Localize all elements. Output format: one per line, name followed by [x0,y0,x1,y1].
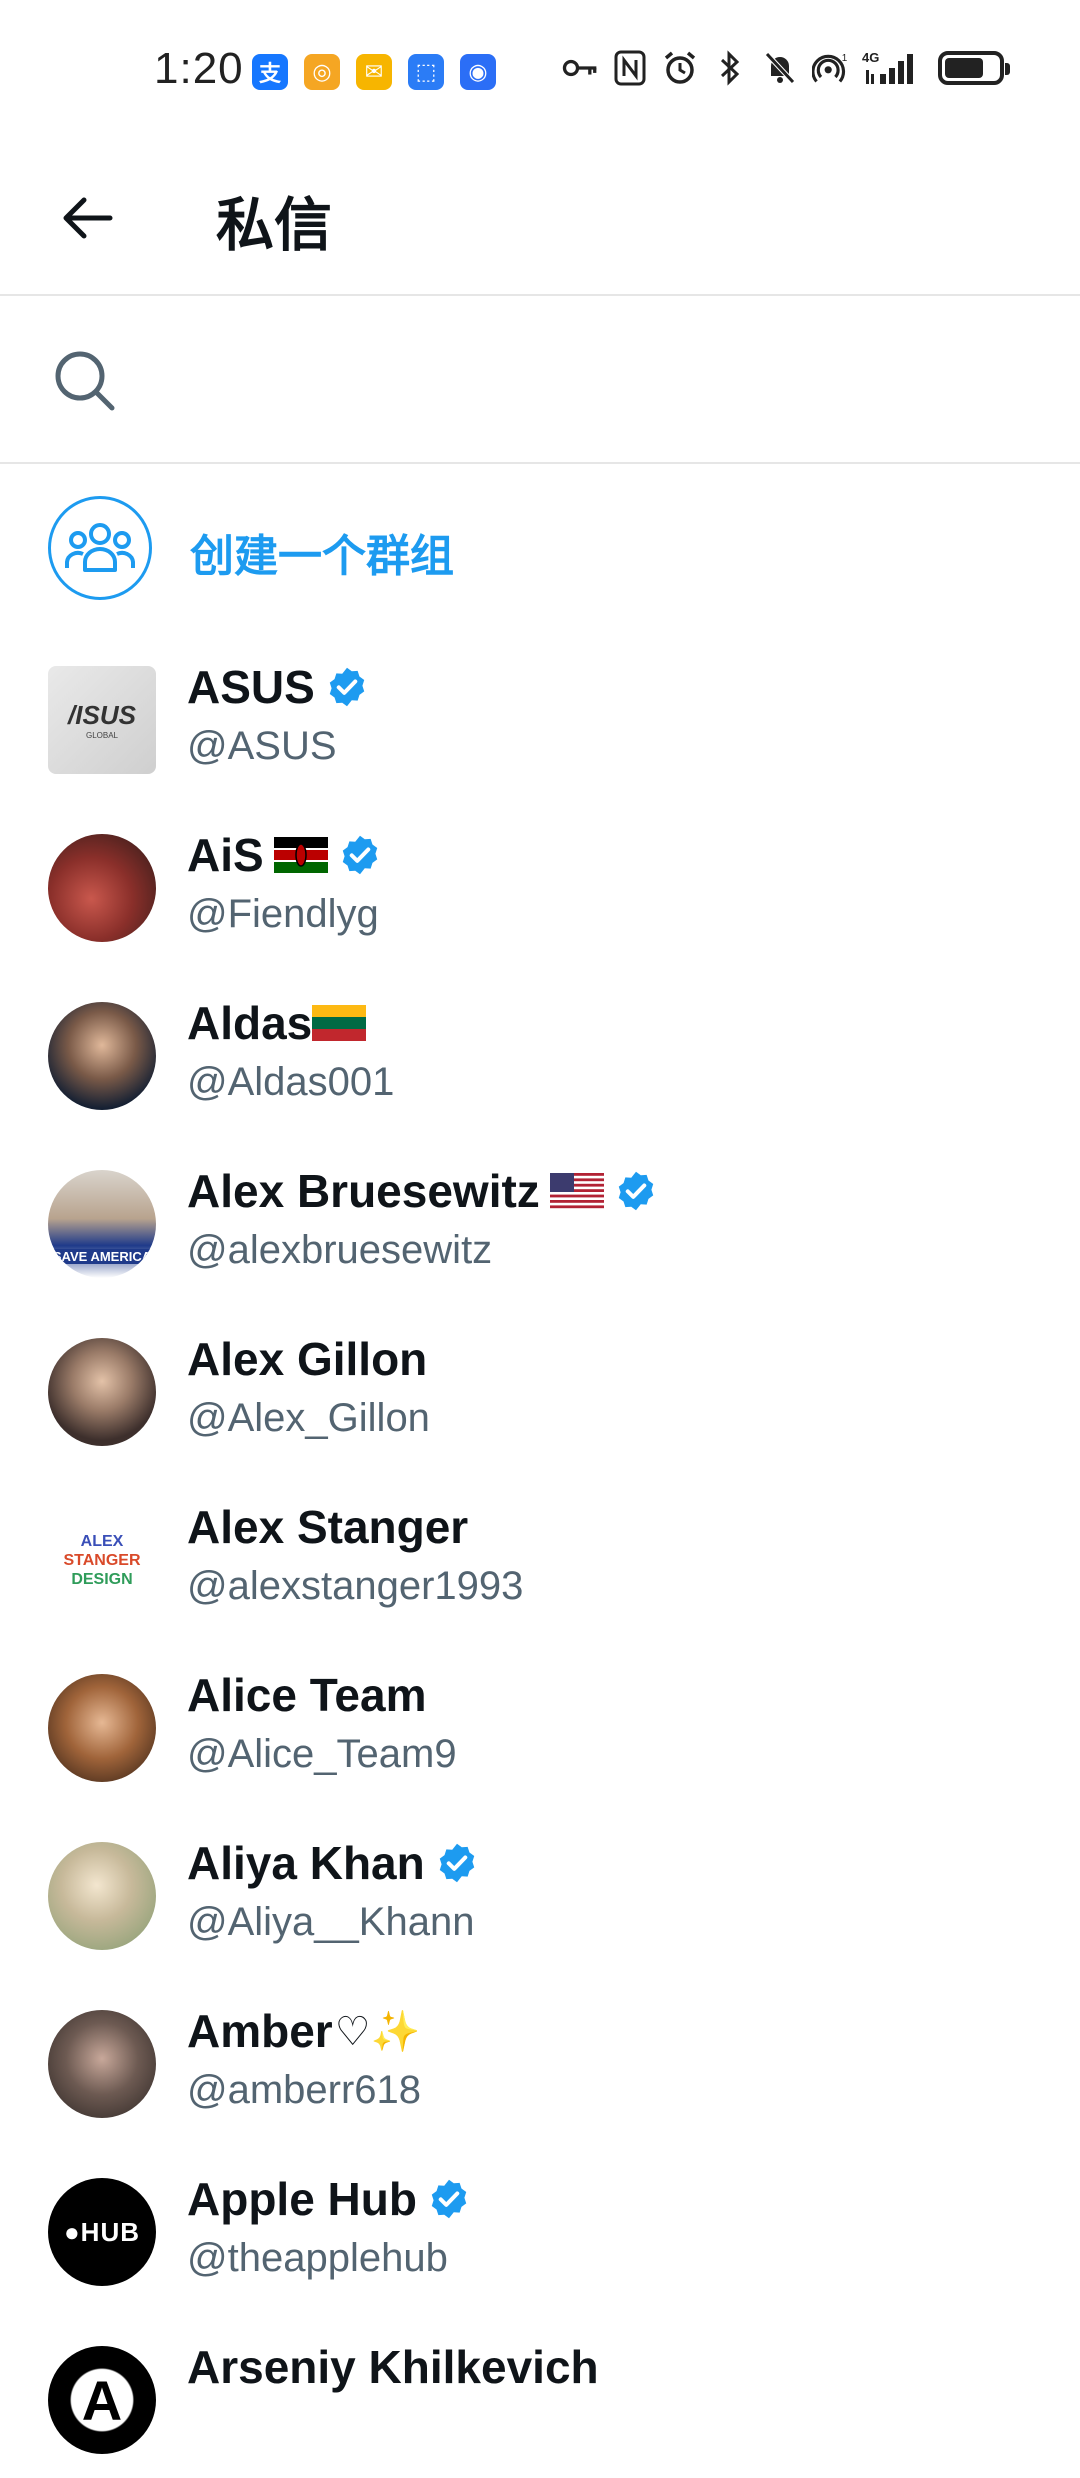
contact-name-line: AiS [187,828,382,882]
top-app-bar: 私信 [0,140,1080,296]
avatar[interactable] [48,834,156,942]
contact-handle: @Alice_Team9 [187,1732,457,1776]
verified-badge-icon [435,1841,479,1885]
lithuania-flag-icon [312,1005,367,1041]
contact-handle: @Aldas001 [187,1060,395,1104]
avatar[interactable] [48,1338,156,1446]
contact-row[interactable]: SAVE AMERICA Alex Bruesewitz @alexbruesewi… [0,1134,1080,1302]
bluetooth-icon [712,48,748,88]
back-button[interactable] [56,188,116,248]
verified-badge-icon [427,2177,471,2221]
svg-text:1: 1 [842,53,848,64]
avatar[interactable]: /ISUS GLOBAL [48,666,156,774]
search-bar[interactable] [0,296,1080,464]
contact-row[interactable]: Aliya Khan @Aliya__Khann [0,1806,1080,1974]
contact-handle: @alexbruesewitz [187,1228,493,1272]
contact-name-line: Amber ♡✨ [187,2004,420,2058]
bag-app-icon: ⬚ [408,54,444,90]
create-group-label: 创建一个群组 [190,532,454,581]
search-icon [55,351,115,411]
contact-name: Alex Bruesewitz [187,1165,540,1217]
contact-name-line: Alex Bruesewitz [187,1164,658,1218]
page-title: 私信 [216,193,333,258]
contact-row[interactable]: Aldas @Aldas001 [0,966,1080,1134]
contact-row[interactable]: Amber ♡✨ @amberr618 [0,1974,1080,2142]
contact-name: Amber [187,2005,333,2057]
group-icon [65,523,135,572]
contact-row[interactable]: AiS @Fiendlyg [0,798,1080,966]
contact-name: Arseniy Khilkevich [187,2341,599,2393]
create-group-button[interactable]: 创建一个群组 [0,470,1080,630]
avatar[interactable]: SAVE AMERICA [48,1170,156,1278]
contact-name-line: Aliya Khan [187,1836,479,1890]
mute-bell-icon [762,48,798,88]
contact-name-line: Alice Team [187,1668,426,1722]
contact-name-line: Apple Hub [187,2172,471,2226]
group-icon-circle [48,496,152,600]
contact-handle: @ASUS [187,724,337,768]
avatar[interactable] [48,1674,156,1782]
contact-name-line: Alex Stanger [187,1500,468,1554]
cellular-signal-icon: 4G [862,48,918,88]
avatar[interactable] [48,1002,156,1110]
avatar[interactable]: A [48,2346,156,2454]
contact-handle: @theapplehub [187,2236,448,2280]
contact-name: ASUS [187,661,315,713]
status-system-icons: 1 4G [562,48,1010,88]
status-time: 1:20 [154,44,244,93]
contact-name: Aliya Khan [187,1837,425,1889]
alipay-icon: 支 [252,54,288,90]
alarm-icon [662,48,698,88]
shield-app-icon: ◉ [460,54,496,90]
avatar[interactable]: ●HUB [48,2178,156,2286]
contact-name: Alice Team [187,1669,427,1721]
contact-name-line: Arseniy Khilkevich [187,2340,599,2394]
hotspot-icon: 1 [812,48,848,88]
avatar[interactable] [48,1842,156,1950]
contact-list: /ISUS GLOBAL ASUS @ASUS AiS @Fiendlyg Aldas @Al… [0,630,1080,2478]
mail-icon: ✉ [356,54,392,90]
verified-badge-icon [338,833,382,877]
contact-row[interactable]: Alex Gillon @Alex_Gillon [0,1302,1080,1470]
contact-handle: @Fiendlyg [187,892,379,936]
battery-icon [938,51,1010,85]
contact-row[interactable]: ALEX STANGER DESIGN Alex Stanger @alexstange… [0,1470,1080,1638]
contact-name: AiS [187,829,264,881]
app-orange-icon: ◎ [304,54,340,90]
contact-name: Aldas [187,997,313,1049]
avatar[interactable]: ALEX STANGER DESIGN [48,1506,156,1614]
contact-row[interactable]: ●HUB Apple Hub @theapplehub [0,2142,1080,2310]
contact-handle: @alexstanger1993 [187,1564,524,1608]
nfc-icon [612,48,648,88]
contact-handle: @Alex_Gillon [187,1396,430,1440]
contact-row[interactable]: Alice Team @Alice_Team9 [0,1638,1080,1806]
contact-name: Alex Stanger [187,1501,469,1553]
key-icon [562,48,598,88]
search-input[interactable] [140,336,1024,424]
notification-app-icons: 支 ◎ ✉ ⬚ ◉ [252,54,496,90]
name-emoji: ♡✨ [334,2009,421,2054]
avatar[interactable] [48,2010,156,2118]
contact-row[interactable]: /ISUS GLOBAL ASUS @ASUS [0,630,1080,798]
back-arrow-icon [63,197,113,239]
contact-handle: @amberr618 [187,2068,422,2112]
contact-row[interactable]: A Arseniy Khilkevich [0,2310,1080,2478]
contact-name: Alex Gillon [187,1333,428,1385]
contact-name-line: Aldas [187,996,367,1050]
verified-badge-icon [325,665,369,709]
usa-flag-icon [549,1173,604,1209]
contact-name-line: ASUS [187,660,369,714]
status-bar: 1:20 支 ◎ ✉ ⬚ ◉ 1 4G [0,0,1080,140]
verified-badge-icon [614,1169,658,1213]
contact-handle: @Aliya__Khann [187,1900,475,1944]
kenya-flag-icon [273,837,328,873]
contact-name-line: Alex Gillon [187,1332,427,1386]
contact-name: Apple Hub [187,2173,417,2225]
svg-text:4G: 4G [862,50,879,65]
